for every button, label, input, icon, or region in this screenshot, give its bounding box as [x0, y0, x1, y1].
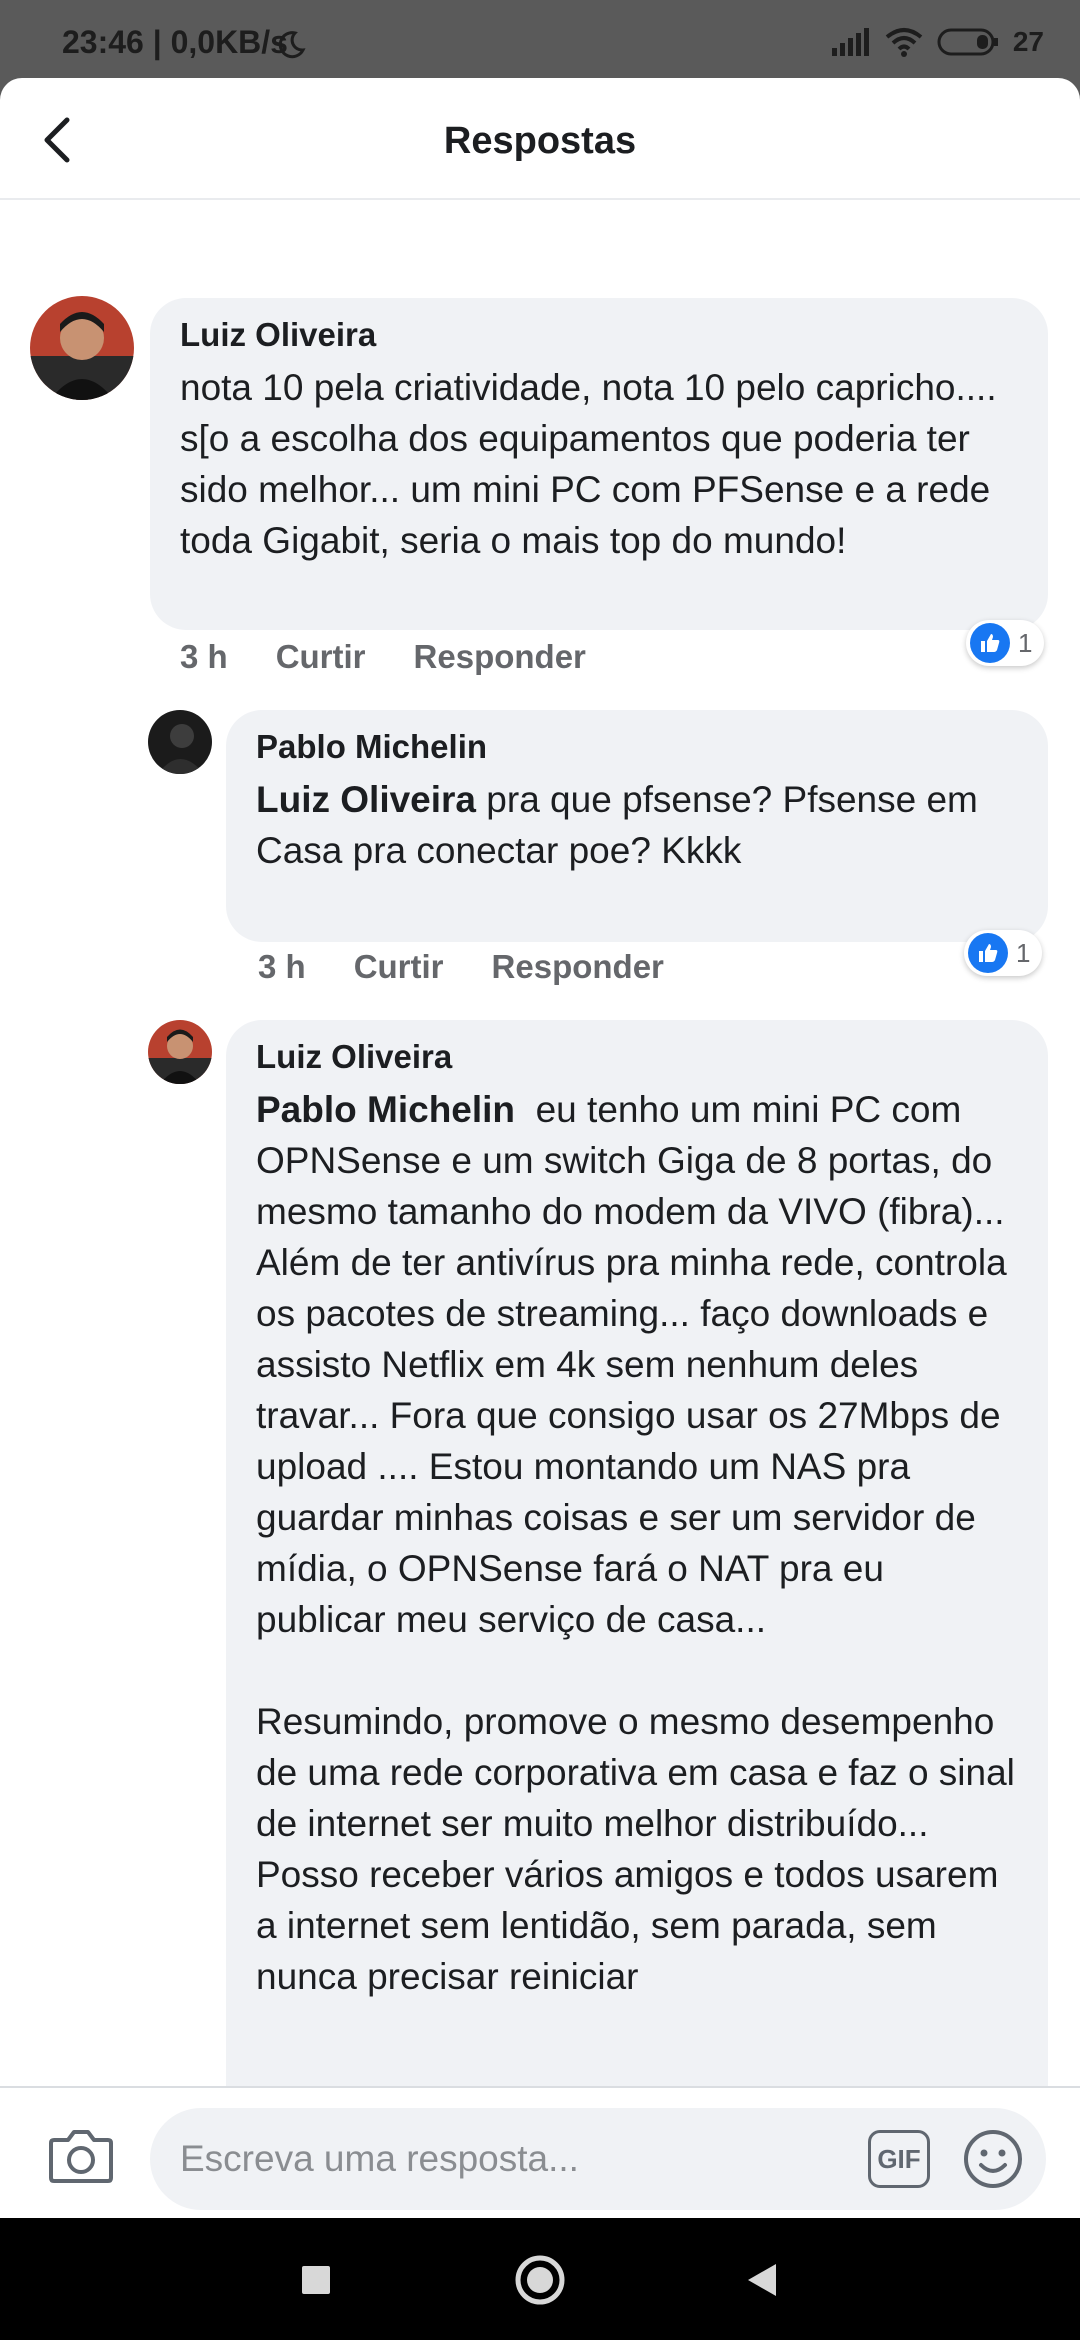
signal-icon [831, 28, 869, 56]
avatar[interactable] [148, 710, 212, 774]
comment-actions: 3 h Curtir Responder [258, 948, 664, 986]
reply-input[interactable] [180, 2132, 860, 2186]
reaction-count[interactable]: 1 [966, 620, 1045, 666]
reaction-count[interactable]: 1 [964, 930, 1043, 976]
gif-button[interactable]: GIF [868, 2130, 930, 2188]
system-nav-bar [0, 2218, 1080, 2340]
header: Respostas [0, 78, 1080, 200]
comment-bubble: Pablo Michelin Luiz Oliveira pra que pfs… [226, 710, 1048, 942]
comment-author[interactable]: Pablo Michelin [256, 728, 1018, 766]
back-nav-button[interactable] [736, 2254, 788, 2306]
comment-bubble: Luiz Oliveira Pablo Michelin eu tenho um… [226, 1020, 1048, 2162]
thumbs-up-icon [970, 623, 1010, 663]
like-button[interactable]: Curtir [354, 948, 444, 986]
page-title: Respostas [443, 120, 637, 162]
home-circle-icon [515, 2255, 565, 2305]
thumbs-up-icon [968, 933, 1008, 973]
comment-thread: Luiz Oliveira nota 10 pela criatividade,… [0, 202, 1080, 2162]
camera-button[interactable] [48, 2126, 114, 2186]
triangle-back-icon [748, 2264, 776, 2296]
status-bar: 23:46 | 0,0KB/s 27 [0, 0, 1080, 80]
reply-input-container: GIF [150, 2108, 1046, 2210]
mention[interactable]: Pablo Michelin [256, 1089, 515, 1130]
smiley-icon [964, 2130, 1022, 2188]
camera-icon [49, 2130, 113, 2183]
emoji-button[interactable] [962, 2128, 1024, 2190]
comment-time: 3 h [180, 638, 228, 675]
comment-actions: 3 h Curtir Responder [180, 638, 586, 676]
avatar[interactable] [148, 1020, 212, 1084]
square-icon [302, 2266, 330, 2294]
home-button[interactable] [514, 2254, 566, 2306]
avatar-photo [148, 1020, 212, 1084]
comment-text: nota 10 pela criatividade, nota 10 pelo … [180, 367, 1018, 561]
reaction-number: 1 [1016, 937, 1031, 968]
battery-level: 27 [1012, 26, 1044, 57]
comment-author[interactable]: Luiz Oliveira [256, 1038, 1018, 1076]
replies-sheet: Respostas Luiz Oliveira nota 10 pela cri… [0, 78, 1080, 2218]
avatar[interactable] [30, 296, 134, 400]
comment-text: Luiz Oliveira pra que pfsense? Pfsense e… [256, 779, 978, 871]
avatar-photo [148, 710, 212, 774]
battery-icon [937, 28, 998, 56]
status-icons: 27 [831, 22, 1044, 62]
like-button[interactable]: Curtir [276, 638, 366, 676]
reply-button[interactable]: Responder [414, 638, 586, 676]
reaction-number: 1 [1018, 627, 1033, 658]
comment-text: Pablo Michelin eu tenho um mini PC com O… [256, 1089, 1015, 1997]
status-time: 23:46 | 0,0KB/s [62, 24, 288, 60]
recents-button[interactable] [290, 2254, 342, 2306]
comment-time: 3 h [258, 948, 306, 985]
comment-author[interactable]: Luiz Oliveira [180, 316, 1018, 354]
wifi-icon [885, 28, 923, 57]
reply-button[interactable]: Responder [492, 948, 664, 986]
moon-icon [278, 31, 306, 59]
reply-composer: GIF [0, 2086, 1080, 2218]
comment-bubble: Luiz Oliveira nota 10 pela criatividade,… [150, 298, 1048, 630]
avatar-photo [30, 296, 134, 400]
mention[interactable]: Luiz Oliveira [256, 779, 476, 820]
